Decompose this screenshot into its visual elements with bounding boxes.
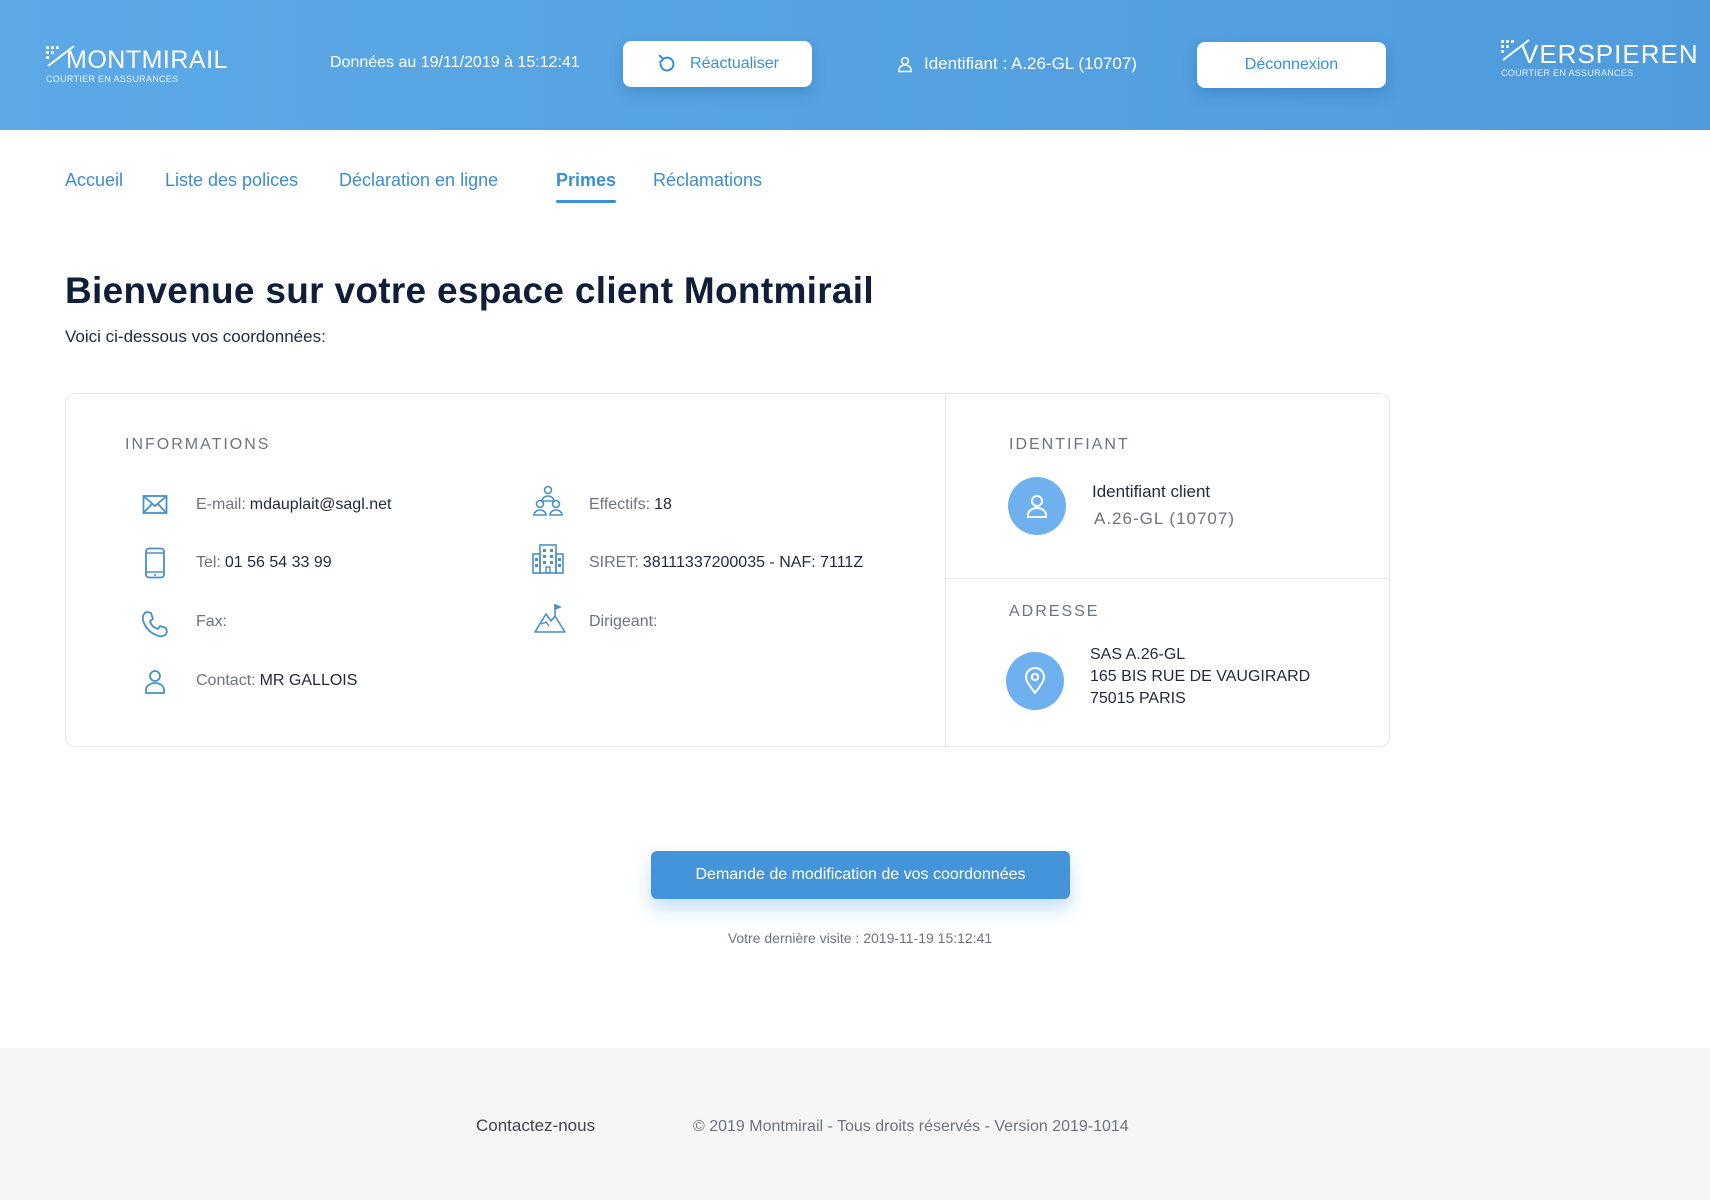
contact-us-link[interactable]: Contactez-nous <box>476 1116 595 1136</box>
logout-button[interactable]: Déconnexion <box>1197 42 1386 88</box>
building-icon <box>531 542 565 576</box>
mountain-flag-icon <box>533 601 567 635</box>
address-block: SAS A.26-GL 165 BIS RUE DE VAUGIRARD 750… <box>1090 644 1310 710</box>
location-pin-avatar <box>1006 652 1064 710</box>
info-email: E-mail: mdauplait@sagl.net <box>142 495 392 514</box>
card-divider <box>945 578 1389 579</box>
effectifs-value: 18 <box>654 496 672 513</box>
last-visit-text: Votre dernière visite : 2019-11-19 15:12… <box>727 930 993 946</box>
contact-value: MR GALLOIS <box>259 672 358 689</box>
identifiant-value: A.26-GL (10707) <box>1094 509 1235 528</box>
info-dirigeant: Dirigeant: <box>534 604 661 633</box>
email-value: mdauplait@sagl.net <box>249 496 392 513</box>
info-fax: Fax: <box>141 611 231 638</box>
identifiant-label: Identifiant client <box>1092 482 1211 501</box>
refresh-button[interactable]: Réactualiser <box>623 41 812 87</box>
logo-mark-icon <box>1501 39 1530 61</box>
header-identifier: Identifiant : A.26-GL (10707) <box>896 54 1137 74</box>
siret-label: SIRET: <box>589 554 639 571</box>
header-identifier-text: Identifiant : A.26-GL (10707) <box>924 54 1137 73</box>
tab-reclamations[interactable]: Réclamations <box>653 170 762 191</box>
people-group-icon <box>531 484 565 518</box>
tel-value: 01 56 54 33 99 <box>224 554 332 571</box>
refresh-icon <box>658 54 675 72</box>
info-tel: Tel: 01 56 54 33 99 <box>145 547 332 579</box>
location-pin-icon <box>1024 667 1046 695</box>
footer: Contactez-nous © 2019 Montmirail - Tous … <box>0 1048 1710 1200</box>
phone-icon <box>138 607 172 641</box>
siret-value: 38111337200035 - NAF: 7111Z <box>642 554 864 571</box>
address-line: 75015 PARIS <box>1090 690 1186 707</box>
informations-heading: INFORMATIONS <box>125 436 271 453</box>
dirigeant-label: Dirigeant: <box>589 613 658 630</box>
tel-label: Tel: <box>196 554 221 571</box>
montmirail-logo[interactable]: MONTMIRAIL COURTIER EN ASSURANCES <box>46 45 228 84</box>
user-icon <box>898 56 912 73</box>
adresse-heading: ADRESSE <box>1009 603 1100 620</box>
identifiant-avatar <box>1008 477 1066 535</box>
request-modification-button[interactable]: Demande de modification de vos coordonné… <box>651 851 1070 899</box>
tab-liste-des-polices[interactable]: Liste des polices <box>165 170 298 191</box>
fax-label: Fax: <box>196 613 228 630</box>
user-icon <box>1027 495 1047 518</box>
envelope-icon <box>138 488 172 522</box>
info-contact: Contact: MR GALLOIS <box>145 670 358 694</box>
card-divider <box>945 394 946 746</box>
identifiant-heading: IDENTIFIANT <box>1009 436 1130 453</box>
client-info-card: INFORMATIONS E-mail: mdauplait@sagl.net … <box>65 393 1390 747</box>
address-line: SAS A.26-GL <box>1090 646 1186 663</box>
logo-mark-icon <box>46 45 75 67</box>
top-header: MONTMIRAIL COURTIER EN ASSURANCES Donnée… <box>0 0 1710 130</box>
copyright-text: © 2019 Montmirail - Tous droits réservés… <box>693 1118 1129 1135</box>
refresh-label: Réactualiser <box>690 55 779 72</box>
logout-label: Déconnexion <box>1244 56 1339 73</box>
verspieren-logo[interactable]: VERSPIEREN COURTIER EN ASSURANCES <box>1501 39 1699 78</box>
tab-primes[interactable]: Primes <box>556 170 617 203</box>
data-updated-text: Données au 19/11/2019 à 15:12:41 <box>330 54 580 71</box>
page-title: Bienvenue sur votre espace client Montmi… <box>65 270 874 311</box>
user-icon <box>138 664 172 698</box>
info-effectifs: Effectifs: 18 <box>533 485 672 516</box>
email-label: E-mail: <box>196 496 246 513</box>
contact-label: Contact: <box>196 672 256 689</box>
address-line: 165 BIS RUE DE VAUGIRARD <box>1090 668 1311 685</box>
logo-right-tagline: COURTIER EN ASSURANCES <box>1501 68 1634 78</box>
tab-accueil[interactable]: Accueil <box>65 170 123 191</box>
page-subtitle: Voici ci-dessous vos coordonnées: <box>65 327 326 346</box>
info-siret: SIRET: 38111337200035 - NAF: 7111Z <box>532 544 864 574</box>
mobile-phone-icon <box>138 546 172 580</box>
logo-left-tagline: COURTIER EN ASSURANCES <box>46 74 179 84</box>
tab-declaration-en-ligne[interactable]: Déclaration en ligne <box>339 170 498 191</box>
effectifs-label: Effectifs: <box>589 496 651 513</box>
